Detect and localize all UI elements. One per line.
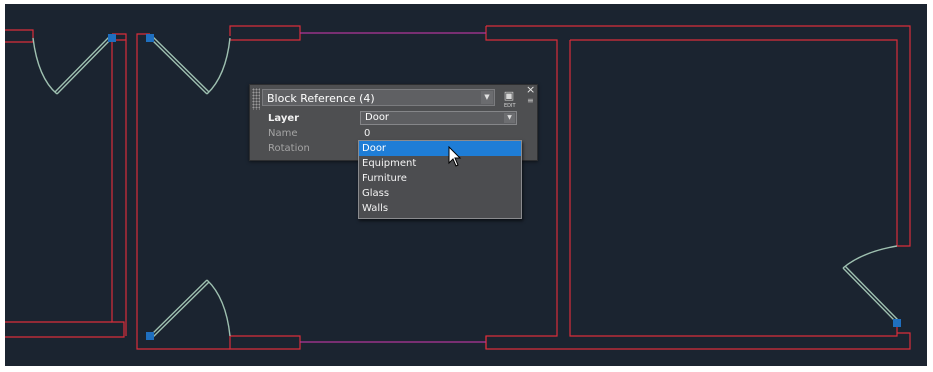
dropdown-option-equipment[interactable]: Equipment [359, 156, 521, 171]
door-panel [842, 265, 900, 324]
door-hinge [146, 332, 154, 340]
door-swing-arc [206, 37, 231, 95]
wall-segment [569, 40, 898, 337]
property-name: Layer [268, 113, 300, 124]
door-hinge [146, 34, 154, 42]
quick-select-edit-icon[interactable]: ▣ EDIT [502, 89, 516, 109]
door-panel [149, 35, 210, 95]
mouse-pointer-icon [448, 146, 462, 167]
customize-menu-icon[interactable]: ≡ [527, 96, 535, 106]
object-type-label: Block Reference (4) [267, 92, 375, 105]
door-swing-arc [842, 245, 898, 269]
dropdown-option-furniture[interactable]: Furniture [359, 171, 521, 186]
door-swing-arc [32, 37, 58, 95]
door-hinge [108, 34, 116, 42]
wall-segment [5, 40, 125, 338]
property-row-name: Name 0 [262, 126, 520, 141]
property-row-layer: Layer Door ▼ [262, 111, 520, 126]
layer-dropdown-list: Door Equipment Furniture Glass Walls [358, 140, 522, 219]
layer-select[interactable]: Door ▼ [360, 111, 517, 125]
door-swing-arc [206, 279, 231, 337]
dropdown-option-walls[interactable]: Walls [359, 201, 521, 216]
property-name: Name [268, 128, 298, 139]
wall-segment [486, 25, 911, 247]
chevron-down-icon[interactable]: ▼ [481, 91, 493, 104]
property-value[interactable]: 0 [360, 126, 517, 140]
wall-segment [485, 26, 911, 350]
close-icon[interactable]: × [526, 84, 536, 95]
door-panel [149, 279, 210, 339]
dropdown-option-glass[interactable]: Glass [359, 186, 521, 201]
dropdown-option-door[interactable]: Door [359, 141, 521, 156]
wall-segment [229, 335, 301, 350]
wall-segment [5, 29, 34, 43]
layer-select-value: Door [365, 112, 390, 123]
property-name: Rotation [268, 143, 310, 154]
palette-grip-handle[interactable] [252, 88, 260, 110]
door-hinge [893, 319, 901, 327]
object-type-selector[interactable]: Block Reference (4) ▼ [262, 89, 495, 106]
chevron-down-icon[interactable]: ▼ [504, 113, 515, 123]
wall-segment [229, 25, 301, 41]
door-panel [54, 35, 113, 95]
wall-segment [570, 39, 898, 246]
wall-segment [136, 40, 150, 350]
